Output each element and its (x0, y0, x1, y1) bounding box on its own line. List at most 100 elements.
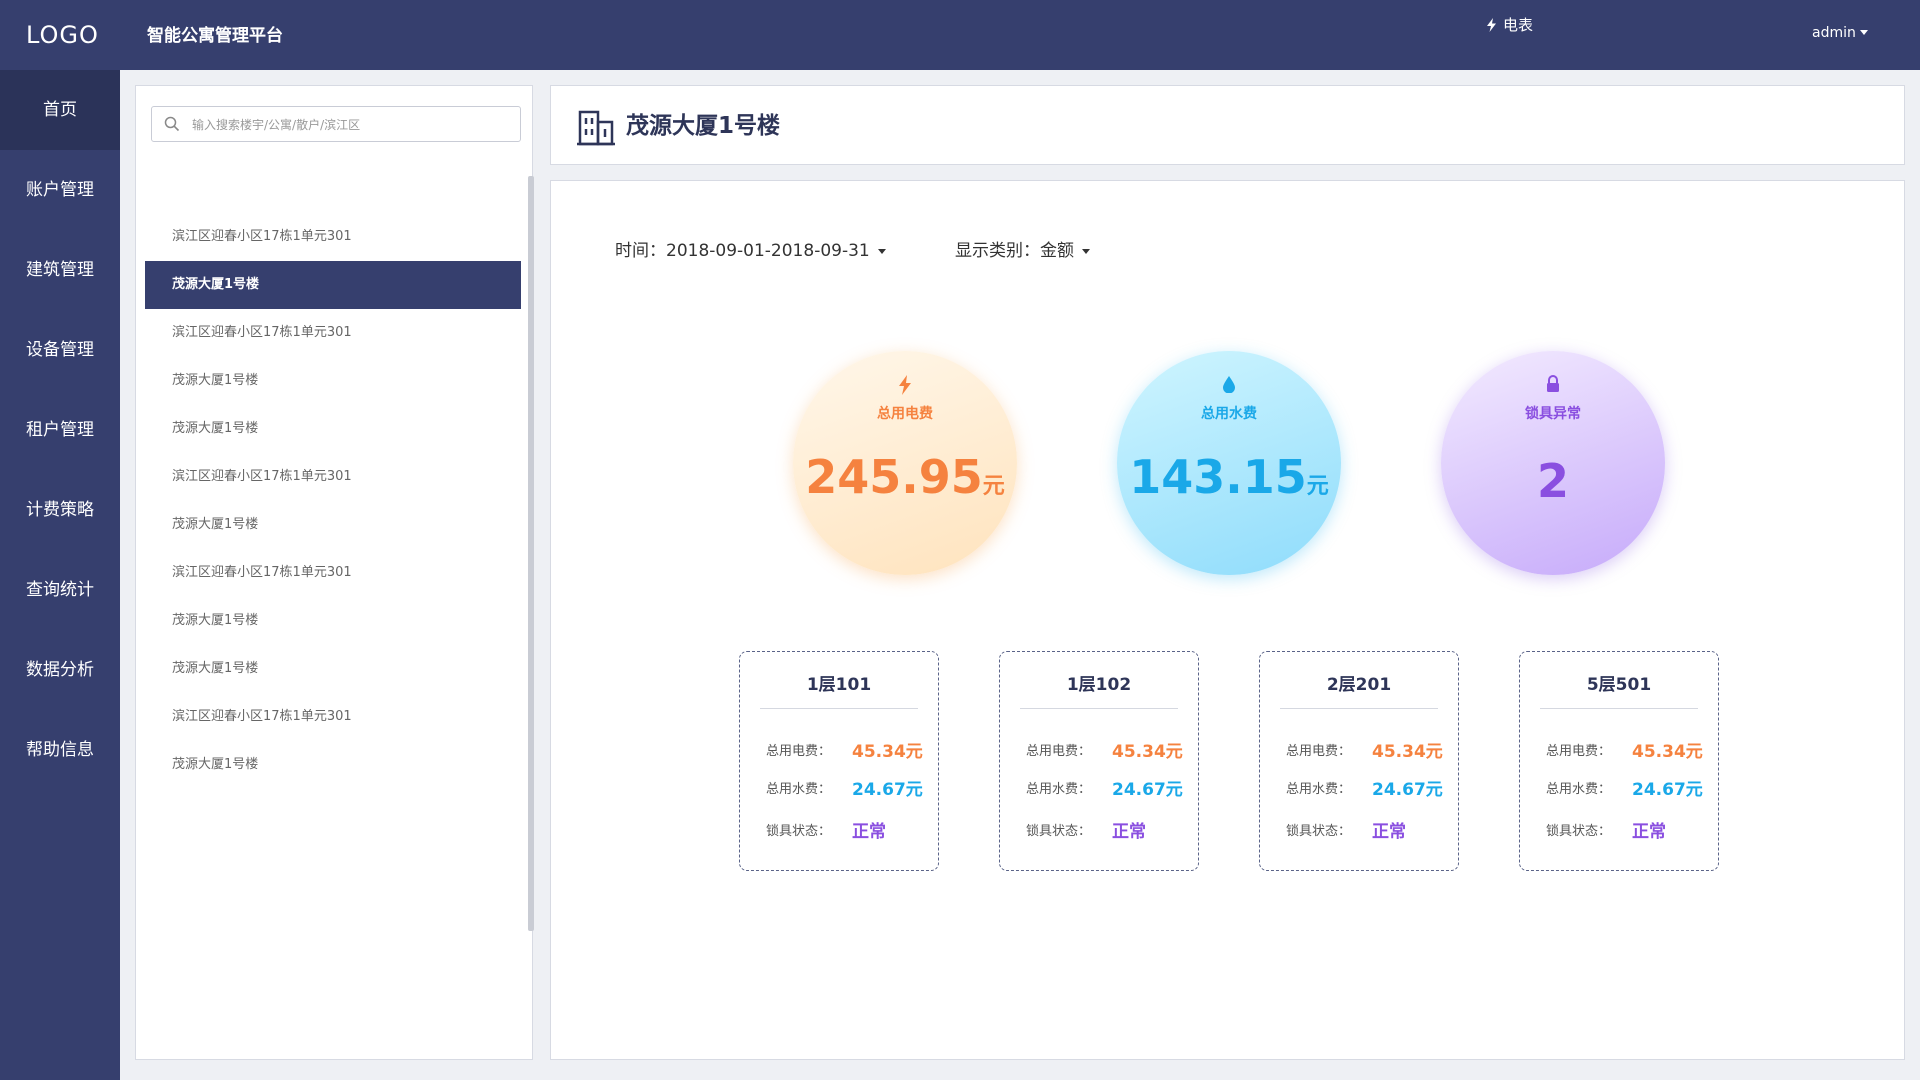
lock-icon (1547, 375, 1559, 392)
room-elec-label: 总用电费： (1286, 744, 1352, 759)
type-filter-label: 显示类别： (955, 241, 1040, 261)
water-amount: 143.15 (1129, 450, 1307, 504)
room-water-row: 总用水费： 24.67元 (1546, 778, 1703, 800)
tree-item-selected[interactable]: 茂源大厦1号楼 (145, 261, 521, 309)
water-unit: 元 (1306, 474, 1329, 499)
building-name: 茂源大厦1号楼 (626, 113, 781, 139)
room-lock-row: 锁具状态： 正常 (766, 820, 886, 842)
app-title: 智能公寓管理平台 (147, 26, 283, 46)
lock-count: 2 (1536, 454, 1569, 508)
dashboard-panel: 时间：2018-09-01-2018-09-31 显示类别：金额 总用电费 24… (550, 180, 1905, 1060)
room-name: 2层201 (1280, 662, 1438, 709)
room-lock-label: 锁具状态： (1026, 824, 1092, 839)
room-water-label: 总用水费： (766, 782, 832, 797)
room-elec-label: 总用电费： (766, 744, 832, 759)
tree-item[interactable]: 滨江区迎春小区17栋1单元301 (145, 693, 521, 741)
search-box (151, 106, 521, 142)
room-elec-value: 45.34元 (852, 742, 923, 762)
logo[interactable]: LOGO (26, 0, 99, 70)
search-input[interactable] (190, 113, 514, 137)
nav-item-home[interactable]: 首页 (0, 70, 120, 150)
type-filter-dropdown[interactable]: 显示类别：金额 (955, 236, 1090, 261)
room-card[interactable]: 1层102 总用电费： 45.34元 总用水费： 24.67元 锁具状态： 正常 (999, 651, 1199, 871)
tree-item[interactable]: 滨江区迎春小区17栋1单元301 (145, 213, 521, 261)
search-icon (164, 116, 180, 132)
room-lock-row: 锁具状态： 正常 (1546, 820, 1666, 842)
room-elec-value: 45.34元 (1112, 742, 1183, 762)
tree-list: 滨江区迎春小区17栋1单元301 茂源大厦1号楼 滨江区迎春小区17栋1单元30… (145, 213, 521, 789)
room-name: 5层501 (1540, 662, 1698, 709)
room-lock-status: 正常 (1372, 822, 1406, 842)
room-card[interactable]: 2层201 总用电费： 45.34元 总用水费： 24.67元 锁具状态： 正常 (1259, 651, 1459, 871)
room-elec-row: 总用电费： 45.34元 (1546, 740, 1703, 762)
room-water-label: 总用水费： (1026, 782, 1092, 797)
building-header: 茂源大厦1号楼 (550, 85, 1905, 165)
room-elec-label: 总用电费： (1546, 744, 1612, 759)
user-menu[interactable]: admin (1812, 25, 1868, 41)
nav-item-query[interactable]: 查询统计 (0, 550, 120, 630)
room-lock-status: 正常 (1112, 822, 1146, 842)
tree-item[interactable]: 滨江区迎春小区17栋1单元301 (145, 309, 521, 357)
room-lock-status: 正常 (852, 822, 886, 842)
tree-item[interactable]: 茂源大厦1号楼 (145, 597, 521, 645)
electricity-label: 总用电费 (877, 406, 933, 422)
nav-item-accounts[interactable]: 账户管理 (0, 150, 120, 230)
room-water-label: 总用水费： (1286, 782, 1352, 797)
lightning-icon (899, 375, 911, 395)
room-card[interactable]: 5层501 总用电费： 45.34元 总用水费： 24.67元 锁具状态： 正常 (1519, 651, 1719, 871)
room-water-value: 24.67元 (852, 780, 923, 800)
chevron-down-icon (1859, 30, 1868, 35)
lightning-icon (1487, 18, 1496, 32)
chevron-down-icon (877, 249, 886, 254)
electricity-summary: 总用电费 245.95元 (793, 351, 1017, 575)
time-filter-dropdown[interactable]: 时间：2018-09-01-2018-09-31 (615, 236, 886, 261)
building-tree-panel: 滨江区迎春小区17栋1单元301 茂源大厦1号楼 滨江区迎春小区17栋1单元30… (135, 85, 534, 1060)
room-elec-row: 总用电费： 45.34元 (1286, 740, 1443, 762)
sidebar-nav: 首页 账户管理 建筑管理 设备管理 租户管理 计费策略 查询统计 数据分析 帮助… (0, 70, 120, 1080)
water-label: 总用水费 (1201, 406, 1257, 422)
electricity-unit: 元 (982, 474, 1005, 499)
nav-item-tenants[interactable]: 租户管理 (0, 390, 120, 470)
tree-item[interactable]: 茂源大厦1号楼 (145, 741, 521, 789)
room-water-label: 总用水费： (1546, 782, 1612, 797)
top-bar: LOGO 智能公寓管理平台 电表 admin (0, 0, 1920, 70)
time-filter-label: 时间： (615, 241, 666, 261)
meter-selector[interactable]: 电表 (1486, 14, 1533, 35)
room-water-value: 24.67元 (1372, 780, 1443, 800)
room-water-row: 总用水费： 24.67元 (766, 778, 923, 800)
nav-item-devices[interactable]: 设备管理 (0, 310, 120, 390)
electricity-value: 245.95元 (793, 449, 1017, 515)
lock-summary: 锁具异常 2 (1441, 351, 1665, 575)
tree-item[interactable]: 茂源大厦1号楼 (145, 405, 521, 453)
meter-label: 电表 (1503, 16, 1534, 34)
nav-item-analysis[interactable]: 数据分析 (0, 630, 120, 710)
tree-item[interactable]: 滨江区迎春小区17栋1单元301 (145, 549, 521, 597)
tree-item[interactable]: 茂源大厦1号楼 (145, 501, 521, 549)
tree-scrollbar[interactable] (528, 176, 534, 931)
chevron-down-icon (1082, 249, 1090, 254)
room-elec-label: 总用电费： (1026, 744, 1092, 759)
room-name: 1层101 (760, 662, 918, 709)
room-water-value: 24.67元 (1112, 780, 1183, 800)
username: admin (1812, 25, 1856, 41)
nav-item-buildings[interactable]: 建筑管理 (0, 230, 120, 310)
water-value: 143.15元 (1117, 449, 1341, 515)
room-card[interactable]: 1层101 总用电费： 45.34元 总用水费： 24.67元 锁具状态： 正常 (739, 651, 939, 871)
room-lock-row: 锁具状态： 正常 (1286, 820, 1406, 842)
building-icon (577, 110, 615, 146)
room-elec-value: 45.34元 (1372, 742, 1443, 762)
room-elec-row: 总用电费： 45.34元 (766, 740, 923, 762)
room-water-row: 总用水费： 24.67元 (1286, 778, 1443, 800)
nav-item-billing[interactable]: 计费策略 (0, 470, 120, 550)
water-drop-icon (1223, 376, 1235, 393)
room-name: 1层102 (1020, 662, 1178, 709)
room-water-value: 24.67元 (1632, 780, 1703, 800)
water-summary: 总用水费 143.15元 (1117, 351, 1341, 575)
tree-item[interactable]: 茂源大厦1号楼 (145, 357, 521, 405)
room-lock-label: 锁具状态： (766, 824, 832, 839)
tree-item[interactable]: 滨江区迎春小区17栋1单元301 (145, 453, 521, 501)
room-lock-row: 锁具状态： 正常 (1026, 820, 1146, 842)
tree-item[interactable]: 茂源大厦1号楼 (145, 645, 521, 693)
nav-item-help[interactable]: 帮助信息 (0, 710, 120, 790)
lock-label: 锁具异常 (1525, 406, 1581, 422)
